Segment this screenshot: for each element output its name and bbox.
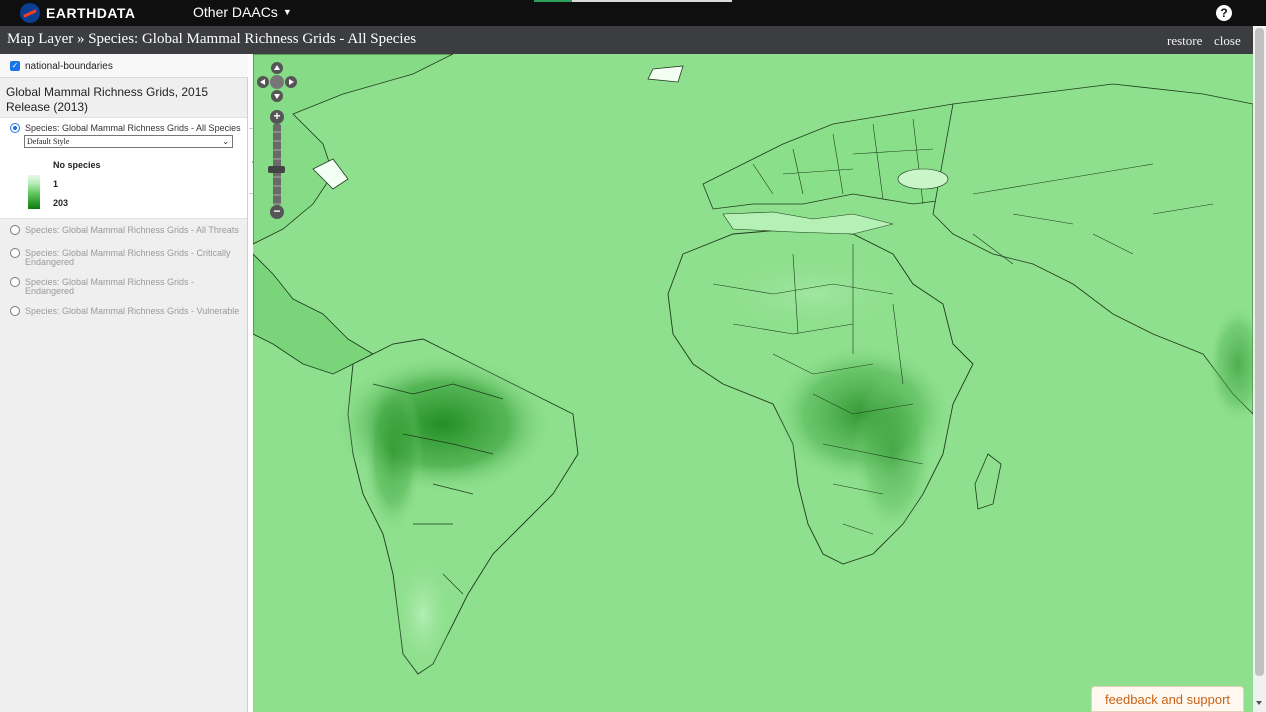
pan-left-button[interactable] [257, 76, 269, 88]
caret-down-icon: ▼ [282, 7, 292, 17]
scroll-down-arrow-icon[interactable] [1256, 701, 1262, 705]
layer-label[interactable]: Species: Global Mammal Richness Grids - … [25, 249, 243, 267]
layer-sidebar: ✓ national-boundaries Global Mammal Rich… [0, 54, 248, 712]
page-scrollbar[interactable] [1253, 26, 1266, 712]
legend-no-species: No species [53, 160, 101, 170]
world-map[interactable] [253, 54, 1253, 712]
other-daacs-label: Other DAACs [193, 4, 278, 20]
sahara-light-area [713, 254, 913, 334]
style-select-value: Default Style [27, 137, 70, 146]
patagonia-light-area [393, 554, 453, 674]
active-layer-radio[interactable] [10, 123, 20, 133]
map-viewport[interactable] [253, 54, 1253, 712]
other-daacs-menu[interactable]: Other DAACs ▼ [193, 4, 292, 20]
active-layer-panel: Species: Global Mammal Richness Grids - … [0, 117, 247, 219]
close-button[interactable]: close [1214, 33, 1241, 49]
help-icon[interactable]: ? [1216, 5, 1232, 21]
style-select[interactable]: Default Style ⌄ [24, 135, 233, 148]
earthdata-brand[interactable]: EARTHDATA [46, 5, 136, 21]
layer-radio[interactable] [10, 248, 20, 258]
chevron-down-icon: ⌄ [222, 137, 229, 146]
arrow-up-icon [274, 65, 280, 70]
scrollbar-thumb[interactable] [1255, 28, 1264, 676]
mediterranean-sea [722, 211, 894, 235]
layer-radio[interactable] [10, 306, 20, 316]
pan-up-button[interactable] [271, 62, 283, 74]
top-navigation-bar: EARTHDATA Other DAACs ▼ ? [0, 0, 1266, 26]
asia-landmass [932, 83, 1253, 415]
zoom-slider[interactable] [273, 124, 281, 205]
loading-progress-bar [534, 0, 732, 2]
legend-max: 203 [53, 198, 69, 208]
pan-control [257, 62, 297, 102]
arrow-down-icon [274, 94, 280, 99]
map-layer-title-bar: Map Layer » Species: Global Mammal Richn… [0, 26, 1253, 54]
legend-min: 1 [53, 179, 59, 189]
zoom-slider-thumb[interactable] [268, 166, 285, 173]
pan-down-button[interactable] [271, 90, 283, 102]
national-boundaries-row[interactable]: ✓ national-boundaries [0, 54, 248, 78]
progress-fill [534, 0, 572, 2]
national-boundaries-label: national-boundaries [25, 61, 113, 72]
black-sea [897, 168, 949, 190]
arrow-right-icon [289, 79, 294, 85]
arrow-left-icon [260, 79, 265, 85]
layer-label[interactable]: Species: Global Mammal Richness Grids - … [25, 226, 243, 235]
layer-radio[interactable] [10, 277, 20, 287]
madagascar [974, 453, 1002, 510]
legend-color-ramp [28, 175, 40, 209]
east-africa-richness [853, 374, 933, 534]
page-title: Map Layer » Species: Global Mammal Richn… [7, 31, 417, 47]
layer-group-title: Global Mammal Richness Grids, 2015 Relea… [6, 85, 209, 114]
zoom-world-button[interactable] [270, 75, 284, 89]
national-boundaries-checkbox[interactable]: ✓ [10, 61, 20, 71]
active-layer-label[interactable]: Species: Global Mammal Richness Grids - … [25, 123, 241, 133]
zoom-in-button[interactable]: + [270, 110, 284, 124]
restore-button[interactable]: restore [1167, 33, 1202, 49]
pan-right-button[interactable] [285, 76, 297, 88]
layer-label[interactable]: Species: Global Mammal Richness Grids - … [25, 307, 243, 316]
layer-radio[interactable] [10, 225, 20, 235]
caribbean-coast [253, 253, 374, 375]
zoom-out-button[interactable]: − [270, 205, 284, 219]
layer-label[interactable]: Species: Global Mammal Richness Grids - … [25, 278, 205, 296]
andes-richness-band [363, 374, 423, 534]
feedback-and-support-button[interactable]: feedback and support [1091, 686, 1244, 712]
nasa-logo[interactable] [20, 3, 40, 23]
